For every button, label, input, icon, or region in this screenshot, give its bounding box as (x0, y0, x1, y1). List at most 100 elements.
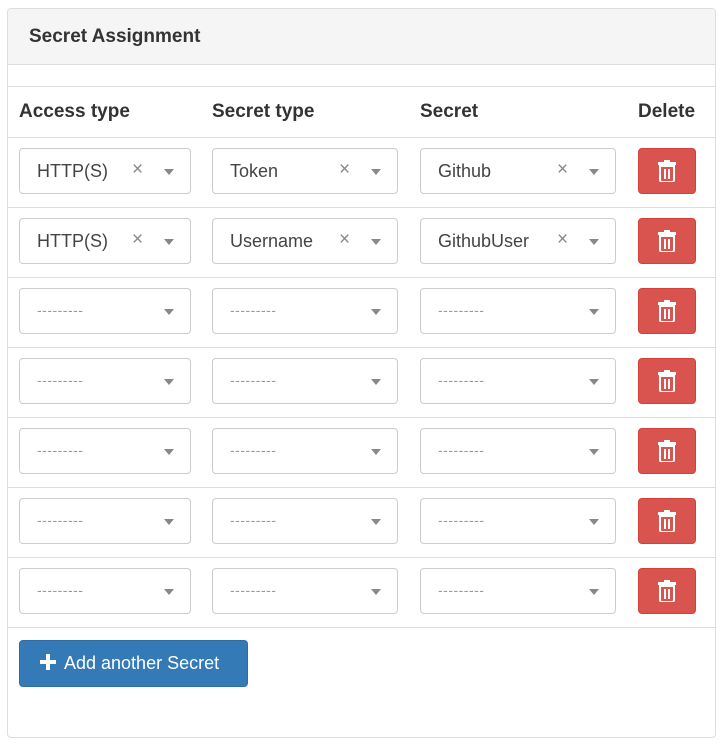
caret-down-icon[interactable] (371, 449, 381, 455)
row-rule (8, 347, 715, 348)
secret-type-select-placeholder: --------- (230, 372, 277, 388)
access-type-select[interactable]: --------- (19, 498, 191, 544)
secret-select[interactable]: --------- (420, 498, 616, 544)
access-type-select[interactable]: --------- (19, 568, 191, 614)
secret-select[interactable]: --------- (420, 428, 616, 474)
secret-select-value: Github (438, 161, 492, 181)
header-access-type: Access type (19, 101, 130, 122)
plus-icon (40, 654, 56, 670)
caret-down-icon[interactable] (164, 169, 174, 175)
caret-down-icon[interactable] (164, 239, 174, 245)
caret-down-icon[interactable] (371, 309, 381, 315)
secret-type-select[interactable]: --------- (212, 288, 398, 334)
secret-select[interactable]: Github × (420, 148, 616, 194)
secret-type-select[interactable]: --------- (212, 428, 398, 474)
secret-type-select-placeholder: --------- (230, 512, 277, 528)
delete-row-button[interactable] (638, 498, 696, 544)
access-type-select-value: HTTP(S) (37, 161, 108, 181)
caret-down-icon[interactable] (164, 309, 174, 315)
secret-type-select[interactable]: Token × (212, 148, 398, 194)
secret-select[interactable]: --------- (420, 288, 616, 334)
access-type-select[interactable]: --------- (19, 428, 191, 474)
clear-icon[interactable]: × (557, 230, 568, 249)
secret-select-placeholder: --------- (438, 442, 485, 458)
secret-type-select-placeholder: --------- (230, 442, 277, 458)
trash-icon (658, 510, 676, 532)
secret-select-placeholder: --------- (438, 372, 485, 388)
add-another-secret-label: Add another Secret (64, 653, 220, 673)
header-rule (8, 137, 715, 138)
trash-icon (658, 370, 676, 392)
access-type-select-placeholder: --------- (37, 512, 84, 528)
caret-down-icon[interactable] (371, 239, 381, 245)
secret-select[interactable]: --------- (420, 358, 616, 404)
secret-select-placeholder: --------- (438, 582, 485, 598)
access-type-select[interactable]: HTTP(S) × (19, 148, 191, 194)
clear-icon[interactable]: × (557, 160, 568, 179)
trash-icon (658, 440, 676, 462)
caret-down-icon[interactable] (371, 519, 381, 525)
row-rule (8, 627, 715, 628)
header-delete: Delete (638, 101, 696, 122)
header-secret: Secret (420, 101, 479, 122)
header-secret-type: Secret type (212, 101, 315, 122)
delete-row-button[interactable] (638, 568, 696, 614)
caret-down-icon[interactable] (589, 239, 599, 245)
caret-down-icon[interactable] (589, 309, 599, 315)
secret-assignment-panel: Secret Assignment Access type Secret typ… (7, 8, 716, 738)
secret-select-placeholder: --------- (438, 302, 485, 318)
clear-icon[interactable]: × (132, 230, 143, 249)
caret-down-icon[interactable] (589, 589, 599, 595)
access-type-select-placeholder: --------- (37, 372, 84, 388)
caret-down-icon[interactable] (164, 449, 174, 455)
secret-type-select[interactable]: --------- (212, 358, 398, 404)
delete-row-button[interactable] (638, 428, 696, 474)
secret-type-select-placeholder: --------- (230, 582, 277, 598)
secret-select-placeholder: --------- (438, 512, 485, 528)
access-type-select-placeholder: --------- (37, 442, 84, 458)
caret-down-icon[interactable] (589, 449, 599, 455)
access-type-select-placeholder: --------- (37, 302, 84, 318)
panel-heading: Secret Assignment (8, 9, 715, 65)
secret-type-select-value: Token (230, 161, 279, 181)
delete-row-button[interactable] (638, 358, 696, 404)
row-rule (8, 277, 715, 278)
row-rule (8, 417, 715, 418)
trash-icon (658, 580, 676, 602)
caret-down-icon[interactable] (164, 589, 174, 595)
panel-title: Secret Assignment (29, 26, 201, 47)
clear-icon[interactable]: × (132, 160, 143, 179)
caret-down-icon[interactable] (371, 379, 381, 385)
caret-down-icon[interactable] (164, 519, 174, 525)
secret-type-select-value: Username (230, 231, 314, 251)
secret-type-select-placeholder: --------- (230, 302, 277, 318)
secret-select[interactable]: GithubUser × (420, 218, 616, 264)
access-type-select[interactable]: --------- (19, 358, 191, 404)
secret-type-select[interactable]: Username × (212, 218, 398, 264)
caret-down-icon[interactable] (371, 589, 381, 595)
delete-row-button[interactable] (638, 218, 696, 264)
access-type-select-value: HTTP(S) (37, 231, 108, 251)
delete-row-button[interactable] (638, 288, 696, 334)
delete-row-button[interactable] (638, 148, 696, 194)
caret-down-icon[interactable] (589, 379, 599, 385)
secret-type-select[interactable]: --------- (212, 498, 398, 544)
access-type-select[interactable]: HTTP(S) × (19, 218, 191, 264)
access-type-select[interactable]: --------- (19, 288, 191, 334)
clear-icon[interactable]: × (339, 230, 350, 249)
secret-select[interactable]: --------- (420, 568, 616, 614)
trash-icon (658, 230, 676, 252)
trash-icon (658, 300, 676, 322)
row-rule (8, 487, 715, 488)
caret-down-icon[interactable] (164, 379, 174, 385)
caret-down-icon[interactable] (371, 169, 381, 175)
table-top-rule (8, 86, 715, 87)
row-rule (8, 557, 715, 558)
row-rule (8, 207, 715, 208)
caret-down-icon[interactable] (589, 519, 599, 525)
caret-down-icon[interactable] (589, 169, 599, 175)
secret-type-select[interactable]: --------- (212, 568, 398, 614)
secret-select-value: GithubUser (438, 231, 530, 251)
add-another-secret-button[interactable]: Add another Secret (19, 640, 248, 687)
clear-icon[interactable]: × (339, 160, 350, 179)
